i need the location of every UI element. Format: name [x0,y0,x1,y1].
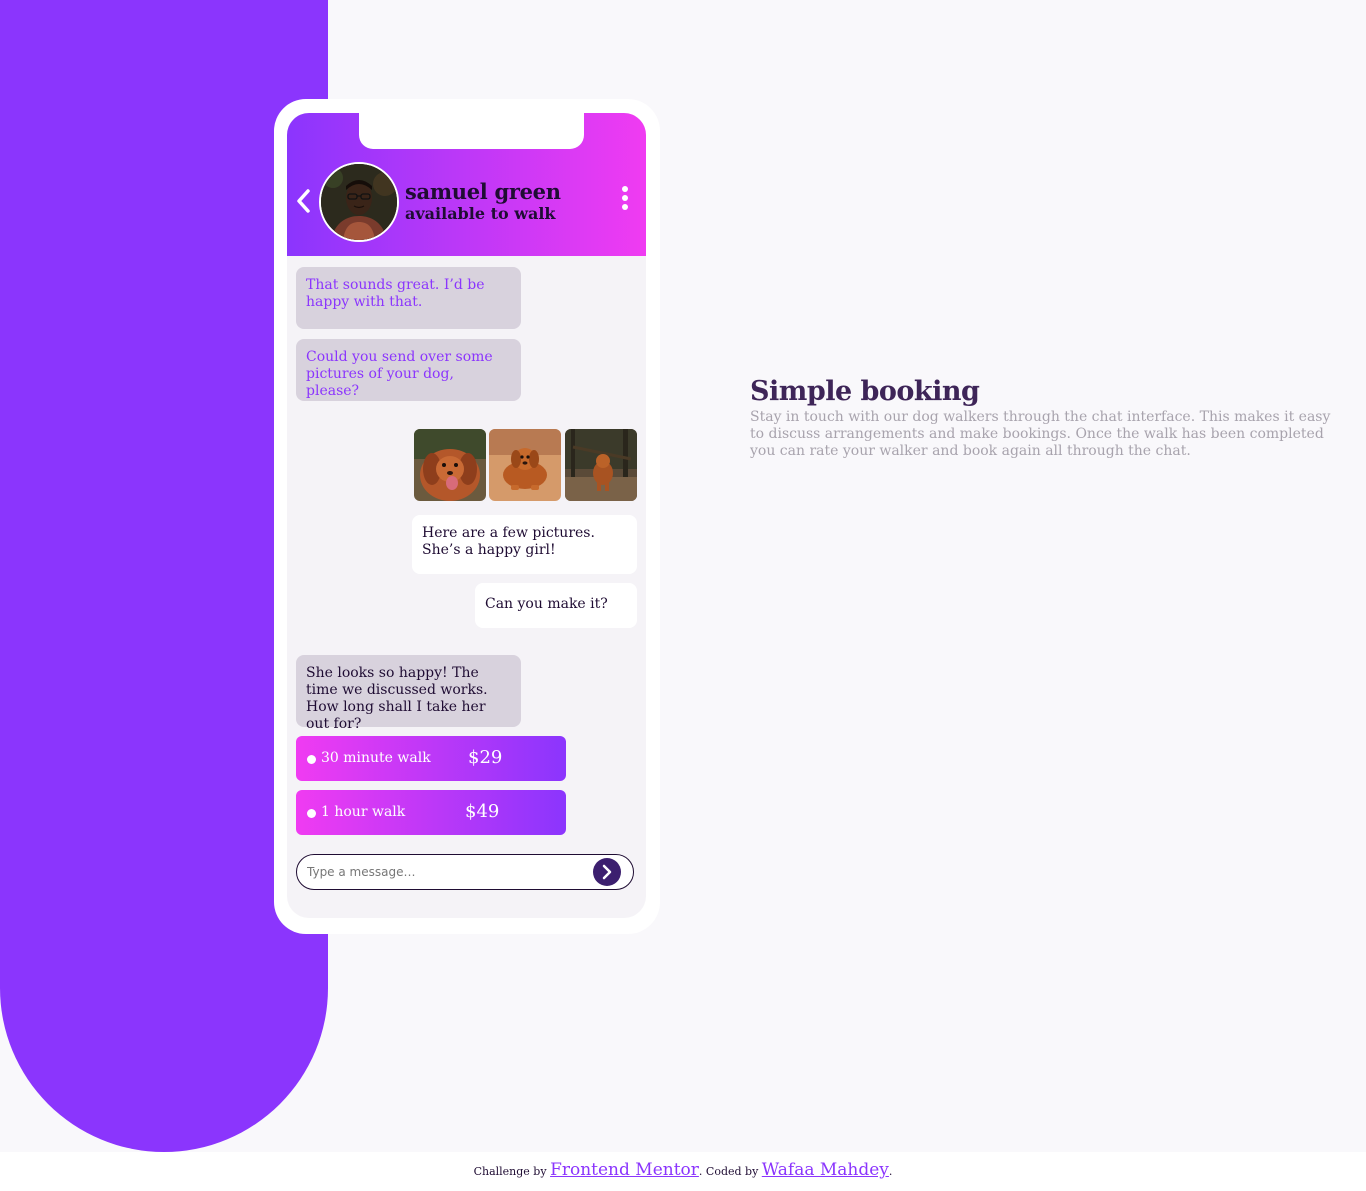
dog-photo-1[interactable] [414,429,486,501]
phone-mockup: samuel green available to walk That soun… [274,99,660,934]
message-incoming: She looks so happy! The time we discusse… [296,655,521,732]
chevron-right-icon [602,864,612,880]
message-incoming: That sounds great. I’d be happy with tha… [296,267,521,329]
contact-name: samuel green [405,179,561,204]
walk-offer-1-hour[interactable]: 1 hour walk $49 [296,790,566,835]
feature-description: Stay in touch with our dog walkers throu… [750,409,1331,459]
offer-price: $49 [465,801,500,822]
footer-text: . [888,1165,893,1178]
contact-status: available to walk [405,204,556,223]
message-incoming: Could you send over some pictures of you… [296,339,521,401]
message-outgoing: Here are a few pictures. She’s a happy g… [412,515,637,574]
walk-offer-30-min[interactable]: 30 minute walk $29 [296,736,566,781]
chat-screen: samuel green available to walk That soun… [287,113,646,918]
frontend-mentor-link[interactable]: Frontend Mentor [550,1160,699,1180]
dog-photo-3[interactable] [565,429,637,501]
send-button[interactable] [593,858,621,886]
message-outgoing: Can you make it? [475,583,637,628]
footer-text: Challenge by [473,1165,551,1178]
radio-icon[interactable] [307,809,316,818]
dog-photo-2[interactable] [489,429,561,501]
avatar [319,162,399,242]
author-link[interactable]: Wafaa Mahdey [762,1160,889,1180]
offer-label: 30 minute walk [321,750,431,766]
radio-icon[interactable] [307,755,316,764]
phone-notch [359,113,584,149]
feature-title: Simple booking [750,376,980,407]
message-input[interactable] [296,854,634,890]
offer-label: 1 hour walk [321,804,406,820]
attribution-footer: Challenge by Frontend Mentor. Coded by W… [0,1152,1366,1191]
chevron-left-icon[interactable] [295,187,313,215]
more-vertical-icon[interactable] [621,185,629,211]
offer-price: $29 [468,747,503,768]
footer-text: . Coded by [698,1165,762,1178]
